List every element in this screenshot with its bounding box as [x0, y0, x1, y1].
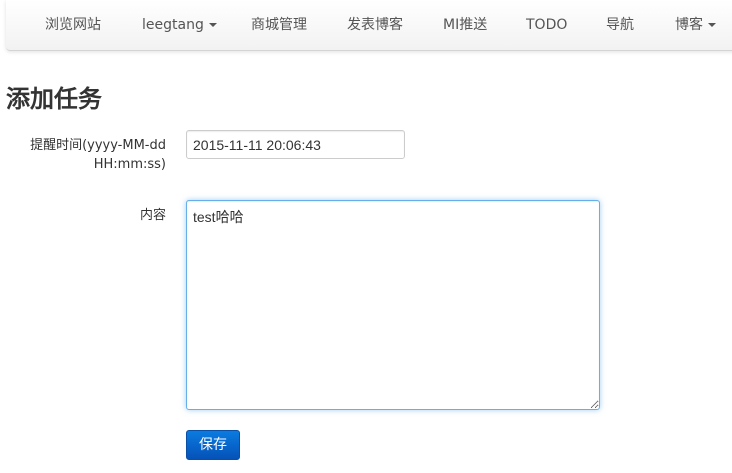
reminder-time-label-line2: HH:mm:ss)	[93, 157, 166, 172]
reminder-time-input[interactable]	[186, 130, 405, 159]
nav-item-browse-site[interactable]: 浏览网站	[45, 0, 101, 50]
nav-item-blog-menu[interactable]: 博客	[675, 0, 716, 50]
nav-item-label: 发表博客	[347, 17, 403, 33]
nav-item-navigation[interactable]: 导航	[606, 0, 634, 50]
nav-item-label: TODO	[526, 17, 568, 33]
content-label: 内容	[139, 208, 166, 223]
caret-down-icon	[708, 23, 716, 27]
caret-down-icon	[208, 23, 217, 27]
nav-item-todo[interactable]: TODO	[526, 0, 567, 50]
reminder-time-label: 提醒时间(yyyy-MM-dd HH:mm:ss)	[16, 136, 166, 174]
nav-item-label: 浏览网站	[45, 17, 101, 33]
top-navbar: 浏览网站 leegtang 商城管理 发表博客 MI推送 TODO 导航 博客	[6, 0, 732, 51]
nav-item-label: 博客	[675, 17, 703, 33]
nav-item-label: leegtang	[142, 17, 204, 33]
nav-item-user-menu[interactable]: leegtang	[142, 0, 217, 50]
nav-item-label: 商城管理	[251, 17, 307, 33]
nav-item-publish-blog[interactable]: 发表博客	[347, 0, 403, 50]
nav-item-mi-push[interactable]: MI推送	[443, 0, 487, 50]
nav-item-shop-management[interactable]: 商城管理	[251, 0, 307, 50]
save-button[interactable]: 保存	[186, 430, 240, 460]
reminder-time-label-line1: 提醒时间(yyyy-MM-dd	[30, 138, 166, 153]
content-textarea[interactable]: test哈哈	[186, 200, 600, 410]
nav-item-label: 导航	[606, 17, 634, 33]
page-title: 添加任务	[6, 84, 102, 113]
nav-item-label: MI推送	[443, 17, 488, 33]
